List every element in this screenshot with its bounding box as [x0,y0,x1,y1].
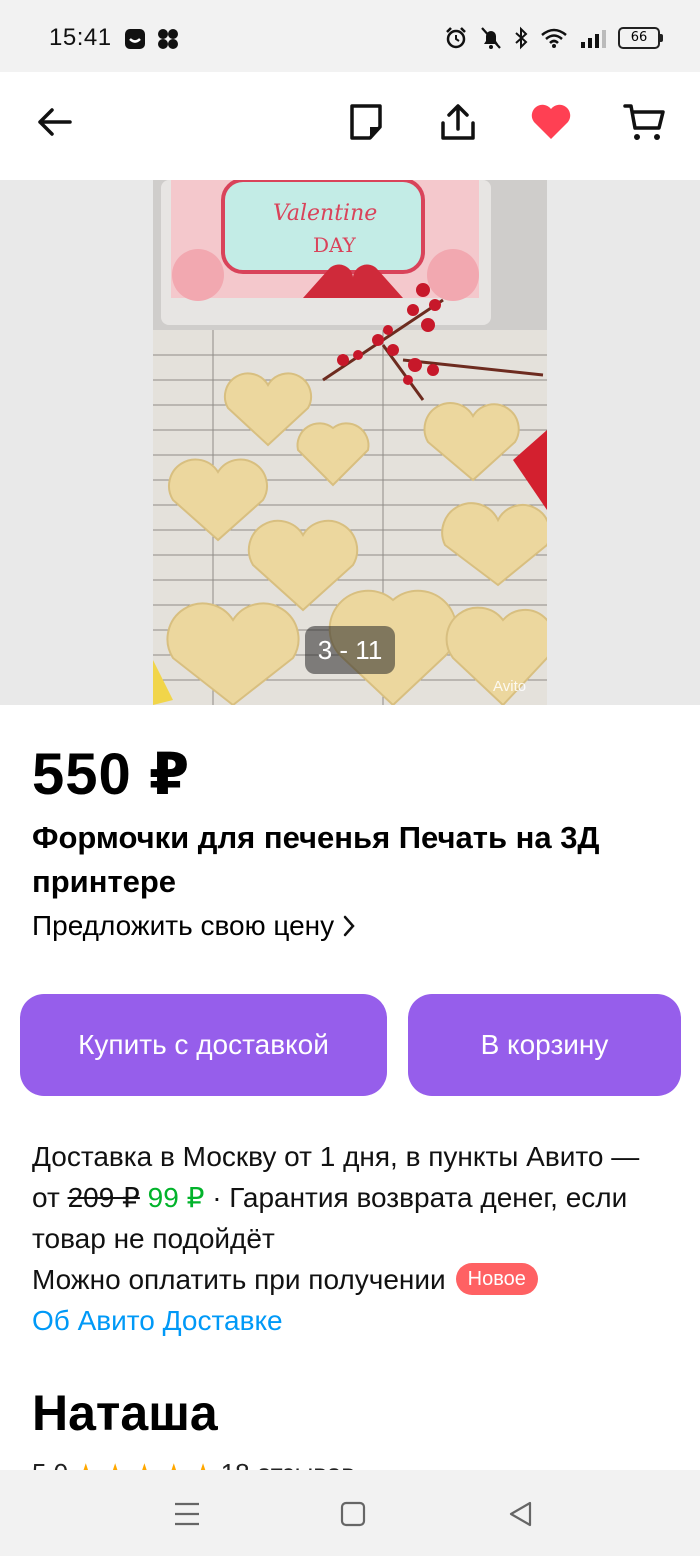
status-app-icons [124,28,180,50]
system-navigation-bar [0,1470,700,1556]
chevron-right-icon [343,915,355,937]
offer-price-link[interactable]: Предложить свою цену [32,910,356,942]
new-badge: Новое [455,1263,538,1295]
share-button[interactable] [430,94,486,150]
delivery-new-price: 99 ₽ [147,1182,205,1213]
square-icon [340,1501,366,1527]
bell-off-icon [481,27,501,49]
back-nav-button[interactable] [498,1492,542,1536]
delivery-line-1: Доставка в Москву от 1 дня, в пункты Ави… [32,1141,640,1172]
buy-with-delivery-button[interactable]: Купить с доставкой [20,994,387,1096]
signal-icon [581,30,606,48]
product-photo[interactable]: Valentine DAY 3 - 11 Avito [153,180,547,705]
home-button[interactable] [331,1492,375,1536]
favorite-button[interactable] [523,94,579,150]
delivery-from: от [32,1182,60,1213]
note-icon [350,104,382,140]
back-button[interactable] [26,94,82,150]
pay-on-receipt-text: Можно оплатить при получении [32,1264,446,1295]
cart-button[interactable] [616,94,672,150]
avito-watermark: Avito [493,678,527,695]
app-icon [125,29,145,49]
svg-text:Valentine: Valentine [273,201,377,226]
listing-title: Формочки для печенья Печать на 3Д принте… [32,820,600,899]
svg-text:DAY: DAY [313,233,357,257]
add-to-cart-button[interactable]: В корзину [408,994,681,1096]
delivery-info: Доставка в Москву от 1 дня, в пункты Ави… [32,1136,682,1341]
favorite-heart-icon [531,104,571,139]
menu-icon [175,1502,199,1526]
pay-on-receipt-line: Можно оплатить при получении Новое [32,1259,682,1300]
wifi-icon [541,28,567,48]
share-icon [441,104,475,140]
delivery-old-price: 209 ₽ [67,1182,140,1213]
photo-gallery[interactable]: Valentine DAY 3 - 11 Avito [0,180,700,705]
cart-icon [623,104,665,140]
back-arrow-icon [38,108,72,136]
offer-price-label: Предложить свою цену [32,910,335,941]
status-bar: 15:41 66 [0,0,700,72]
photo-counter: 3 - 11 [305,626,395,674]
note-button[interactable] [338,94,394,150]
seller-name[interactable]: Наташа [32,1384,218,1442]
listing-price: 550 ₽ [32,742,191,807]
status-right-icons: 66 [444,26,663,50]
app-header [0,72,700,180]
alarm-icon [446,27,466,49]
recent-apps-button[interactable] [165,1492,209,1536]
about-avito-delivery-link[interactable]: Об Авито Доставке [32,1300,682,1341]
delivery-line-2: от 209 ₽ 99 ₽ · Гарантия возврата денег,… [32,1177,682,1259]
status-time: 15:41 [49,24,112,51]
flower-icon [158,29,178,49]
triangle-back-icon [509,1501,532,1527]
battery-icon: 66 [618,27,663,49]
bluetooth-icon [515,26,528,50]
